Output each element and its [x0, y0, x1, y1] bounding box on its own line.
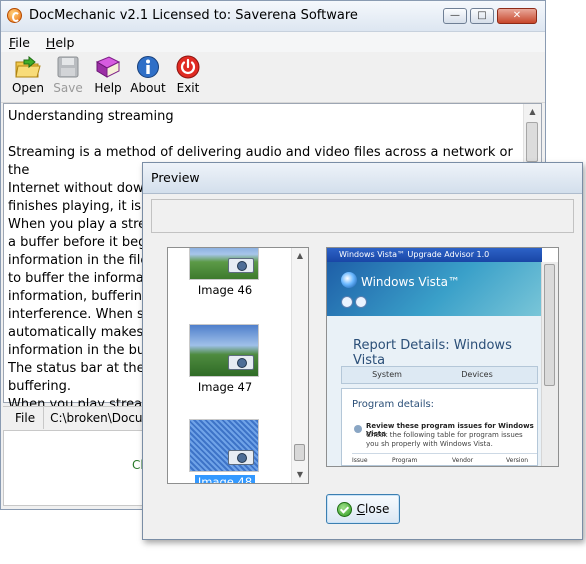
thumbnail-image	[189, 248, 259, 280]
preview-banner: Windows Vista™	[327, 262, 542, 316]
dialog-title[interactable]: Preview	[143, 163, 582, 194]
app-icon	[7, 8, 22, 23]
camera-icon	[228, 355, 254, 370]
floppy-disk-icon	[55, 55, 81, 79]
open-folder-icon	[15, 55, 41, 79]
close-label: Close	[356, 502, 390, 516]
exit-label: Exit	[176, 81, 200, 95]
camera-icon	[228, 258, 254, 273]
table-header: Version	[506, 457, 529, 464]
thumbnail-image	[189, 419, 259, 472]
preview-scrollbar	[541, 262, 558, 466]
thumbnail-list[interactable]: Image 46 Image 47 Image 48 ▲ ▼	[167, 247, 309, 484]
thumbnail-caption: Image 46	[197, 283, 253, 297]
scroll-down-icon[interactable]: ▼	[292, 467, 308, 483]
info-icon	[135, 55, 161, 79]
close-icon: ✕	[512, 10, 522, 21]
title-bar[interactable]: DocMechanic v2.1 Licensed to: Saverena S…	[1, 1, 545, 32]
table-header: Vendor	[452, 457, 474, 464]
thumbnail-item[interactable]: Image 47	[189, 324, 261, 394]
open-button[interactable]: Open	[9, 52, 47, 102]
preview-logo: Windows Vista™	[361, 275, 460, 289]
preview-tabs: System Devices	[341, 366, 538, 384]
image-preview: Windows Vista™ Upgrade Advisor 1.0 Windo…	[326, 247, 559, 467]
about-button[interactable]: About	[129, 52, 167, 102]
thumbnail-image	[189, 324, 259, 377]
scroll-up-icon[interactable]: ▲	[292, 248, 308, 264]
back-forward-icon	[341, 296, 371, 310]
preview-scroll-thumb	[544, 264, 555, 386]
open-label: Open	[11, 81, 45, 95]
window-title: DocMechanic v2.1 Licensed to: Saverena S…	[29, 8, 358, 23]
thumbnail-item[interactable]: Image 46	[189, 248, 261, 297]
menu-bar: File Help	[1, 32, 545, 52]
windows-orb-icon	[341, 272, 357, 288]
preview-heading: Report Details: Windows Vista	[353, 338, 512, 368]
save-label: Save	[53, 81, 83, 95]
program-table-header: Issue Program Vendor Version	[352, 453, 537, 466]
checkmark-icon	[336, 501, 352, 517]
thumbnail-item-selected[interactable]: Image 48	[189, 419, 261, 483]
document-scroll-thumb[interactable]	[526, 122, 538, 162]
camera-icon	[228, 450, 254, 465]
program-item-desc: Check the following table for program is…	[366, 431, 523, 448]
thumbnail-caption: Image 47	[197, 380, 253, 394]
thumbnail-scrollbar[interactable]: ▲ ▼	[291, 248, 308, 483]
help-label: Help	[94, 81, 122, 95]
file-path: C:\broken\Docum	[50, 411, 155, 425]
maximize-icon: □	[477, 10, 487, 21]
close-button[interactable]: Close	[326, 494, 400, 524]
table-header: Issue	[352, 457, 368, 464]
toolbar: Open Save Help About Exit	[1, 52, 545, 103]
menu-file[interactable]: File	[9, 35, 30, 50]
preview-window-title: Windows Vista™ Upgrade Advisor 1.0	[327, 248, 542, 262]
help-button[interactable]: Help	[89, 52, 127, 102]
preview-content: Report Details: Windows Vista System Dev…	[327, 316, 542, 466]
save-button[interactable]: Save	[49, 52, 87, 102]
program-details-title: Program details:	[352, 399, 435, 410]
maximize-button[interactable]: □	[470, 8, 494, 24]
menu-help[interactable]: Help	[46, 35, 75, 50]
power-icon	[175, 55, 201, 79]
help-book-icon	[95, 55, 121, 79]
thumbnail-caption: Image 48	[194, 475, 256, 483]
minimize-icon: —	[450, 10, 460, 21]
file-column-label: File	[3, 407, 45, 429]
about-label: About	[130, 81, 166, 95]
minimize-button[interactable]: —	[443, 8, 467, 24]
preview-tab: System	[372, 370, 402, 379]
window-controls: — □ ✕	[443, 8, 537, 24]
exit-button[interactable]: Exit	[169, 52, 207, 102]
scroll-up-icon[interactable]: ▲	[524, 104, 541, 120]
close-window-button[interactable]: ✕	[497, 8, 537, 24]
preview-dialog: Preview Image 46 Image 47 Image 48 ▲ ▼ W…	[142, 162, 583, 540]
table-header: Program	[392, 457, 418, 464]
dialog-header-panel	[151, 199, 574, 233]
program-details-box: Program details: Review these program is…	[341, 388, 538, 466]
preview-tab: Devices	[461, 370, 493, 379]
thumbnail-scroll-thumb[interactable]	[294, 444, 305, 461]
bullet-icon	[354, 425, 362, 433]
